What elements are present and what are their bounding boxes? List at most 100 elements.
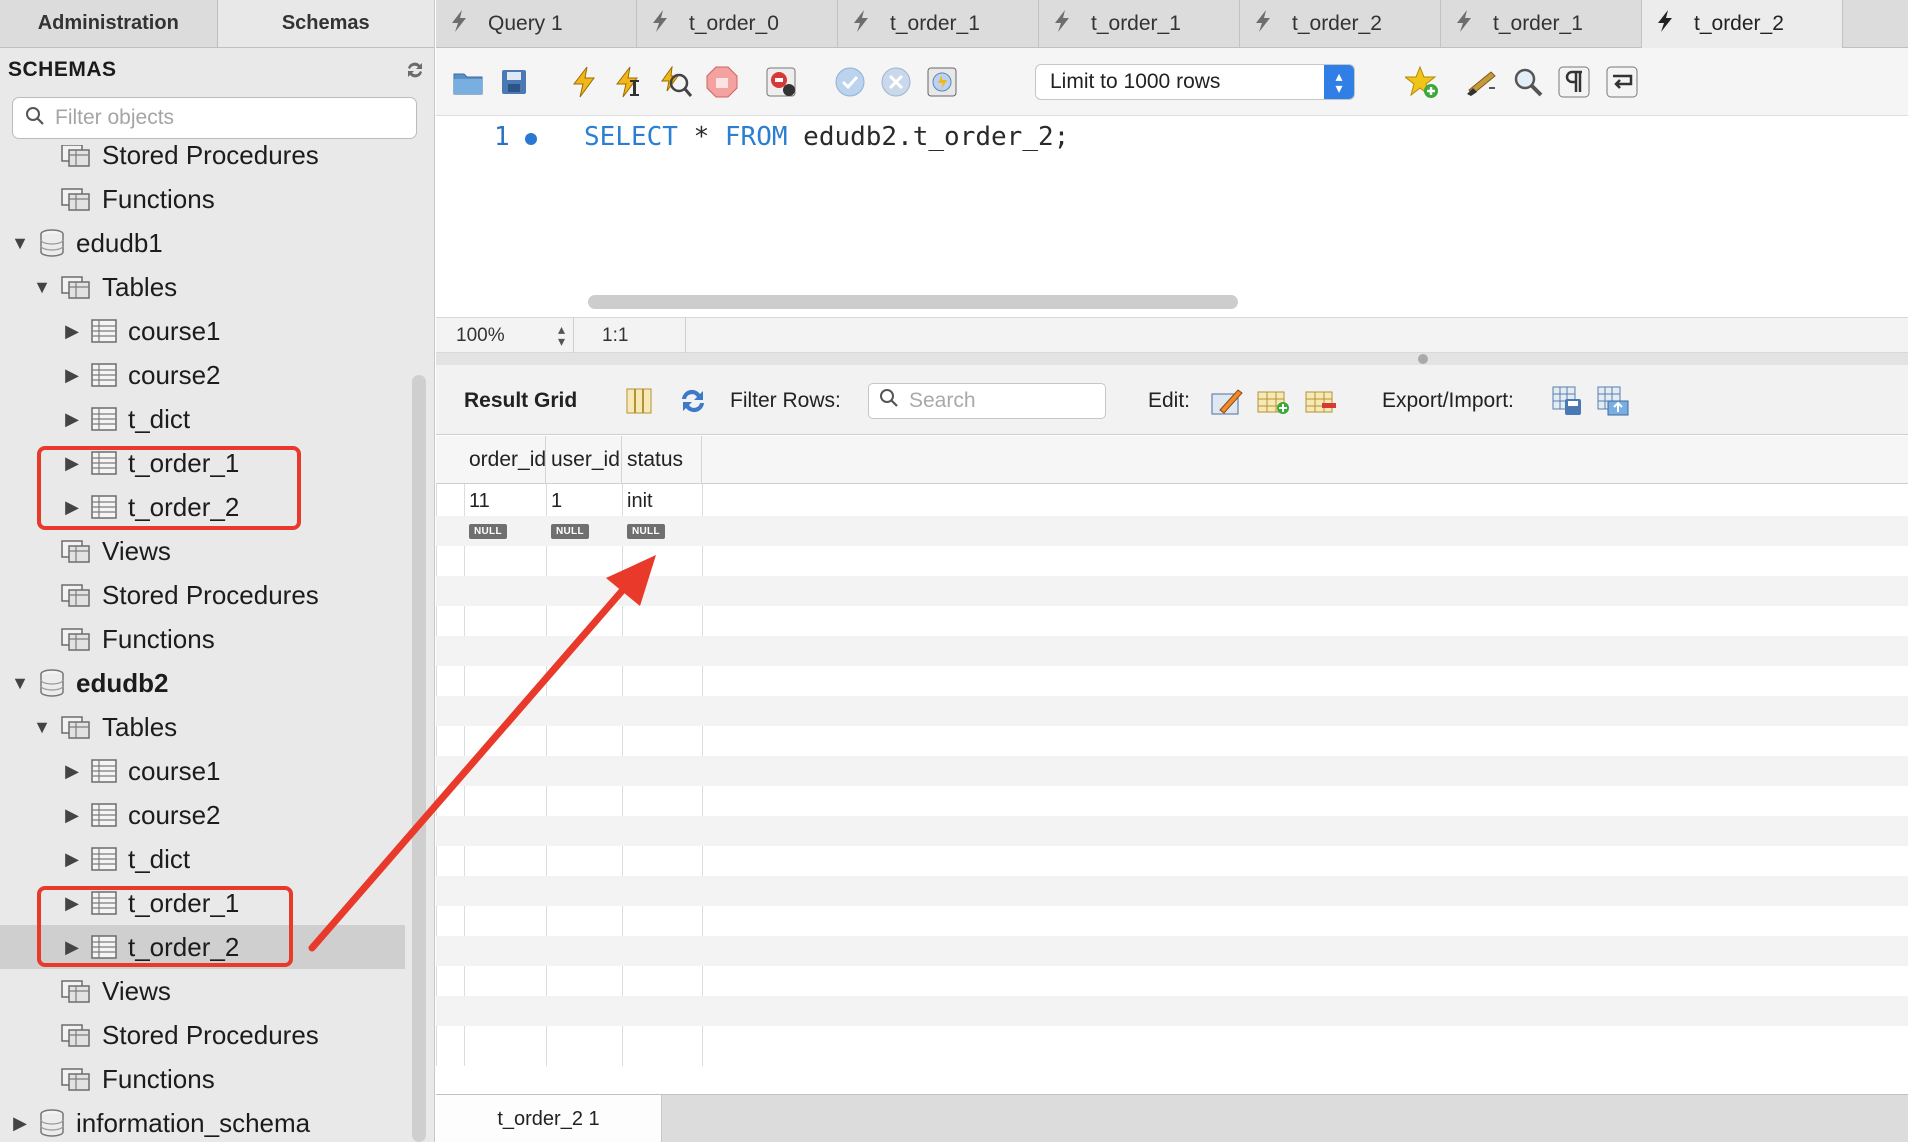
rollback-icon[interactable] [878, 64, 914, 100]
schema-tree-item[interactable]: ▶ t_dict [0, 397, 405, 441]
expand-triangle-icon[interactable]: ▶ [62, 893, 82, 913]
table-row[interactable] [436, 906, 1908, 936]
query-tab[interactable]: t_order_2 [1240, 0, 1441, 48]
table-row[interactable] [436, 726, 1908, 756]
refresh-results-icon[interactable] [676, 384, 710, 418]
open-file-icon[interactable] [450, 64, 486, 100]
table-row[interactable] [436, 1026, 1908, 1056]
expand-triangle-icon[interactable]: ▶ [62, 321, 82, 341]
schema-tree-item[interactable]: ▼ edudb2 [0, 661, 405, 705]
editor-horizontal-scrollbar[interactable] [588, 295, 1238, 309]
collapse-triangle-icon[interactable]: ▼ [10, 673, 30, 693]
result-grid[interactable]: order_id user_id status 11 1 init NULL NULL NUL… [436, 436, 1908, 1066]
table-row[interactable] [436, 816, 1908, 846]
grid-columns-icon[interactable] [622, 384, 656, 418]
table-row[interactable] [436, 756, 1908, 786]
word-wrap-icon[interactable] [1604, 64, 1640, 100]
result-tab[interactable]: t_order_2 1 [436, 1095, 662, 1142]
schema-tree-item[interactable]: ▼ Tables [0, 265, 405, 309]
stop-on-error-icon[interactable] [764, 64, 800, 100]
autocommit-toggle-icon[interactable] [924, 64, 960, 100]
collapse-triangle-icon[interactable]: ▼ [32, 277, 52, 297]
execute-icon[interactable] [566, 64, 602, 100]
expand-triangle-icon[interactable]: ▶ [10, 1113, 30, 1133]
schema-tree-item[interactable]: Functions [0, 1057, 405, 1101]
column-header[interactable]: status [622, 436, 702, 484]
schema-tree-item[interactable]: ▶ t_dict [0, 837, 405, 881]
expand-triangle-icon[interactable]: ▶ [62, 497, 82, 517]
column-header[interactable]: user_id [546, 436, 622, 484]
query-tab[interactable]: t_order_1 [1441, 0, 1642, 48]
table-row[interactable] [436, 546, 1908, 576]
limit-rows-select[interactable]: Limit to 1000 rows ▴ ▾ [1035, 64, 1355, 100]
table-row[interactable] [436, 996, 1908, 1026]
schema-tree-item[interactable]: ▶ course2 [0, 353, 405, 397]
filter-rows-field[interactable] [868, 383, 1106, 419]
schema-tree-item[interactable]: Stored Procedures [0, 1013, 405, 1057]
query-tab[interactable]: t_order_1 [1039, 0, 1240, 48]
expand-triangle-icon[interactable]: ▶ [62, 409, 82, 429]
schema-tree-item[interactable]: Functions [0, 177, 405, 221]
table-row[interactable] [436, 576, 1908, 606]
tab-administration[interactable]: Administration [0, 0, 218, 47]
table-row[interactable]: 11 1 init [436, 486, 1908, 516]
expand-triangle-icon[interactable]: ▶ [62, 937, 82, 957]
query-tab[interactable]: t_order_0 [637, 0, 838, 48]
add-row-icon[interactable] [1256, 384, 1290, 418]
schema-tree-item[interactable]: ▶ t_order_1 [0, 881, 405, 925]
expand-triangle-icon[interactable]: ▶ [62, 365, 82, 385]
edit-cell-icon[interactable] [1210, 384, 1244, 418]
table-row[interactable] [436, 846, 1908, 876]
table-row[interactable] [436, 636, 1908, 666]
table-row[interactable]: NULL NULL NULL [436, 516, 1908, 546]
table-row[interactable] [436, 876, 1908, 906]
table-cell[interactable]: init [622, 486, 702, 516]
null-cell[interactable]: NULL [464, 516, 546, 546]
invisible-chars-icon[interactable] [1556, 64, 1592, 100]
table-row[interactable] [436, 966, 1908, 996]
delete-row-icon[interactable] [1304, 384, 1338, 418]
zoom-control[interactable]: 100% ▴ ▾ [436, 318, 574, 353]
table-row[interactable] [436, 606, 1908, 636]
expand-triangle-icon[interactable]: ▶ [62, 805, 82, 825]
collapse-triangle-icon[interactable]: ▼ [32, 717, 52, 737]
schema-tree-item[interactable]: ▼ edudb1 [0, 221, 405, 265]
schema-tree-item[interactable]: Views [0, 529, 405, 573]
expand-triangle-icon[interactable]: ▶ [62, 849, 82, 869]
expand-triangle-icon[interactable]: ▶ [62, 761, 82, 781]
schema-tree-item[interactable]: ▶ t_order_2 [0, 485, 405, 529]
execute-current-icon[interactable] [612, 64, 648, 100]
null-cell[interactable]: NULL [546, 516, 622, 546]
beautify-icon[interactable] [1464, 64, 1500, 100]
filter-objects-field[interactable] [12, 97, 417, 139]
schema-tree-item[interactable]: ▶ course1 [0, 309, 405, 353]
schema-tree-item[interactable]: ▶ information_schema [0, 1101, 405, 1142]
column-header[interactable]: order_id [464, 436, 546, 484]
zoom-stepper-icon[interactable]: ▴ ▾ [558, 322, 565, 348]
table-row[interactable] [436, 786, 1908, 816]
schema-tree-item[interactable]: ▶ course1 [0, 749, 405, 793]
splitter-handle-icon[interactable] [1418, 354, 1428, 364]
collapse-triangle-icon[interactable]: ▼ [10, 233, 30, 253]
sql-code-line[interactable]: SELECT * FROM edudb2.t_order_2; [584, 122, 1069, 152]
query-tab[interactable]: t_order_2 [1642, 0, 1843, 48]
add-snippet-icon[interactable] [1404, 64, 1440, 100]
schema-tree-item[interactable]: Functions [0, 617, 405, 661]
find-icon[interactable] [1510, 64, 1546, 100]
filter-rows-input[interactable] [909, 389, 1099, 413]
save-icon[interactable] [496, 64, 532, 100]
sidebar-scrollbar[interactable] [412, 375, 426, 1142]
import-icon[interactable] [1596, 384, 1630, 418]
sql-editor[interactable]: 1 SELECT * FROM edudb2.t_order_2; [436, 117, 1908, 317]
tab-schemas[interactable]: Schemas [217, 0, 434, 47]
schema-tree-item[interactable]: ▶ t_order_1 [0, 441, 405, 485]
schema-tree-item[interactable]: ▼ Tables [0, 705, 405, 749]
export-icon[interactable] [1550, 384, 1584, 418]
null-cell[interactable]: NULL [622, 516, 702, 546]
stop-icon[interactable] [704, 64, 740, 100]
schema-tree-item[interactable]: ▶ course2 [0, 793, 405, 837]
table-row[interactable] [436, 696, 1908, 726]
schema-tree-item[interactable]: Stored Procedures [0, 573, 405, 617]
schema-tree-item[interactable]: ▶ t_order_2 [0, 925, 405, 969]
query-tab[interactable]: Query 1 [436, 0, 637, 48]
